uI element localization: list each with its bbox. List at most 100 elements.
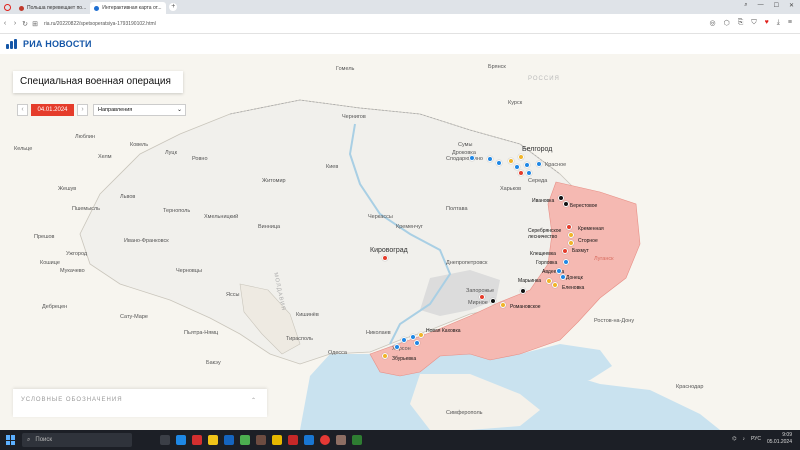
- search-icon: ⌕: [27, 436, 31, 443]
- minimize-icon[interactable]: —: [758, 2, 764, 9]
- search-tabs-icon[interactable]: ⌕: [744, 2, 747, 9]
- menu-icon[interactable]: ≡: [788, 19, 792, 27]
- marker-blue[interactable]: [536, 161, 542, 167]
- marker-yellow[interactable]: [546, 278, 552, 284]
- file-explorer-icon[interactable]: [208, 435, 218, 445]
- city-label: Мирное: [468, 300, 488, 306]
- marker-yellow[interactable]: [568, 232, 574, 238]
- maximize-icon[interactable]: ☐: [774, 2, 779, 9]
- marker-blue[interactable]: [487, 156, 493, 162]
- direction-select[interactable]: Направления ⌄: [93, 104, 186, 116]
- city-label: Клещеевка: [530, 251, 556, 257]
- city-label: Ровно: [192, 156, 208, 162]
- marker-yellow[interactable]: [508, 158, 514, 164]
- marker-blue[interactable]: [414, 340, 420, 346]
- marker-black[interactable]: [558, 195, 564, 201]
- marker-blue[interactable]: [496, 160, 502, 166]
- opera-taskbar-icon[interactable]: [320, 435, 330, 445]
- back-icon[interactable]: ‹: [0, 20, 10, 27]
- heart-icon[interactable]: ♥: [765, 19, 769, 27]
- marker-blue[interactable]: [563, 259, 569, 265]
- city-label: Кременная: [578, 226, 604, 232]
- taskbar-search[interactable]: ⌕ Поиск: [22, 433, 132, 447]
- marker-red[interactable]: [382, 255, 388, 261]
- app-icon[interactable]: [288, 435, 298, 445]
- city-label: Чернигов: [342, 114, 366, 120]
- windows-start-icon[interactable]: [6, 435, 16, 445]
- edge-icon[interactable]: [176, 435, 186, 445]
- window-controls: ⌕ — ☐ ✕: [744, 2, 794, 9]
- task-view-icon[interactable]: [160, 435, 170, 445]
- marker-red[interactable]: [562, 248, 568, 254]
- city-label: Марьинка: [518, 278, 542, 284]
- marker-yellow[interactable]: [552, 282, 558, 288]
- app-icon[interactable]: [336, 435, 346, 445]
- site-logo-text[interactable]: РИА НОВОСТИ: [23, 39, 92, 49]
- marker-blue[interactable]: [469, 155, 475, 161]
- region-russia: РОССИЯ: [528, 76, 560, 82]
- screenshot-icon[interactable]: ◎: [710, 19, 716, 27]
- marker-yellow[interactable]: [500, 302, 506, 308]
- excel-icon[interactable]: [352, 435, 362, 445]
- marker-red[interactable]: [479, 294, 485, 300]
- acrobat-icon[interactable]: [192, 435, 202, 445]
- tab-poland[interactable]: Польша перевещает по...: [15, 2, 90, 14]
- city-label: Луцк: [165, 150, 177, 156]
- marker-blue[interactable]: [410, 334, 416, 340]
- city-label: Дебрецен: [42, 304, 68, 310]
- new-tab-button[interactable]: +: [169, 3, 178, 11]
- marker-blue[interactable]: [524, 162, 530, 168]
- shield-icon[interactable]: ⛉: [751, 19, 756, 27]
- marker-blue[interactable]: [560, 274, 566, 280]
- marker-yellow[interactable]: [568, 240, 574, 246]
- network-icon[interactable]: ⌬: [732, 436, 736, 442]
- clock-time: 9:09: [782, 432, 792, 438]
- city-label: Запорожье: [466, 288, 495, 294]
- forward-icon[interactable]: ›: [10, 20, 20, 27]
- marker-yellow[interactable]: [382, 353, 388, 359]
- city-label: Полтава: [446, 206, 468, 212]
- city-label: Львов: [120, 194, 136, 200]
- date-selector[interactable]: 04.01.2024: [31, 104, 74, 116]
- reload-icon[interactable]: ↻: [20, 20, 30, 28]
- prev-date-button[interactable]: ‹: [17, 104, 28, 116]
- marker-blue[interactable]: [394, 344, 400, 350]
- tab-label: Интерактивная карта от...: [102, 5, 162, 11]
- city-label: Збурьевка: [392, 356, 417, 362]
- tab-interactive-map[interactable]: Интерактивная карта от... ×: [90, 2, 167, 14]
- city-label: Горловка: [536, 260, 558, 266]
- app-icon[interactable]: [272, 435, 282, 445]
- legend-panel[interactable]: УСЛОВНЫЕ ОБОЗНАЧЕНИЯ ⌃: [13, 389, 267, 417]
- close-window-icon[interactable]: ✕: [789, 2, 794, 9]
- extensions-icon[interactable]: ⬡: [724, 19, 730, 27]
- city-label: Киев: [326, 164, 339, 170]
- marker-blue[interactable]: [401, 337, 407, 343]
- marker-red[interactable]: [518, 170, 524, 176]
- marker-black[interactable]: [520, 288, 526, 294]
- bookmark-icon[interactable]: ⎘: [738, 19, 744, 27]
- taskbar-search-label: Поиск: [35, 437, 53, 443]
- marker-yellow[interactable]: [518, 154, 524, 160]
- language-indicator[interactable]: РУС: [751, 436, 761, 442]
- marker-black[interactable]: [563, 201, 569, 207]
- next-date-button[interactable]: ›: [77, 104, 88, 116]
- chevron-down-icon: ⌄: [176, 107, 182, 113]
- chevron-up-icon[interactable]: ⌃: [251, 397, 257, 404]
- app-icon[interactable]: [240, 435, 250, 445]
- app-icon[interactable]: [304, 435, 314, 445]
- url-field[interactable]: ria.ru/20220822/spetsoperatsiya-17931901…: [44, 18, 274, 30]
- ria-logo-icon[interactable]: [6, 39, 19, 49]
- marker-blue[interactable]: [514, 164, 520, 170]
- opera-logo-icon[interactable]: [4, 3, 11, 11]
- download-icon[interactable]: ⤓: [777, 19, 780, 27]
- volume-icon[interactable]: ♪: [742, 436, 745, 442]
- marker-yellow[interactable]: [418, 332, 424, 338]
- marker-black[interactable]: [490, 298, 496, 304]
- marker-red[interactable]: [566, 224, 572, 230]
- clock[interactable]: 9:09 05.01.2024: [767, 432, 792, 446]
- marker-blue[interactable]: [526, 170, 532, 176]
- app-icon[interactable]: [256, 435, 266, 445]
- grid-icon[interactable]: ⊞: [30, 20, 40, 28]
- word-icon[interactable]: [224, 435, 234, 445]
- marker-blue[interactable]: [556, 268, 562, 274]
